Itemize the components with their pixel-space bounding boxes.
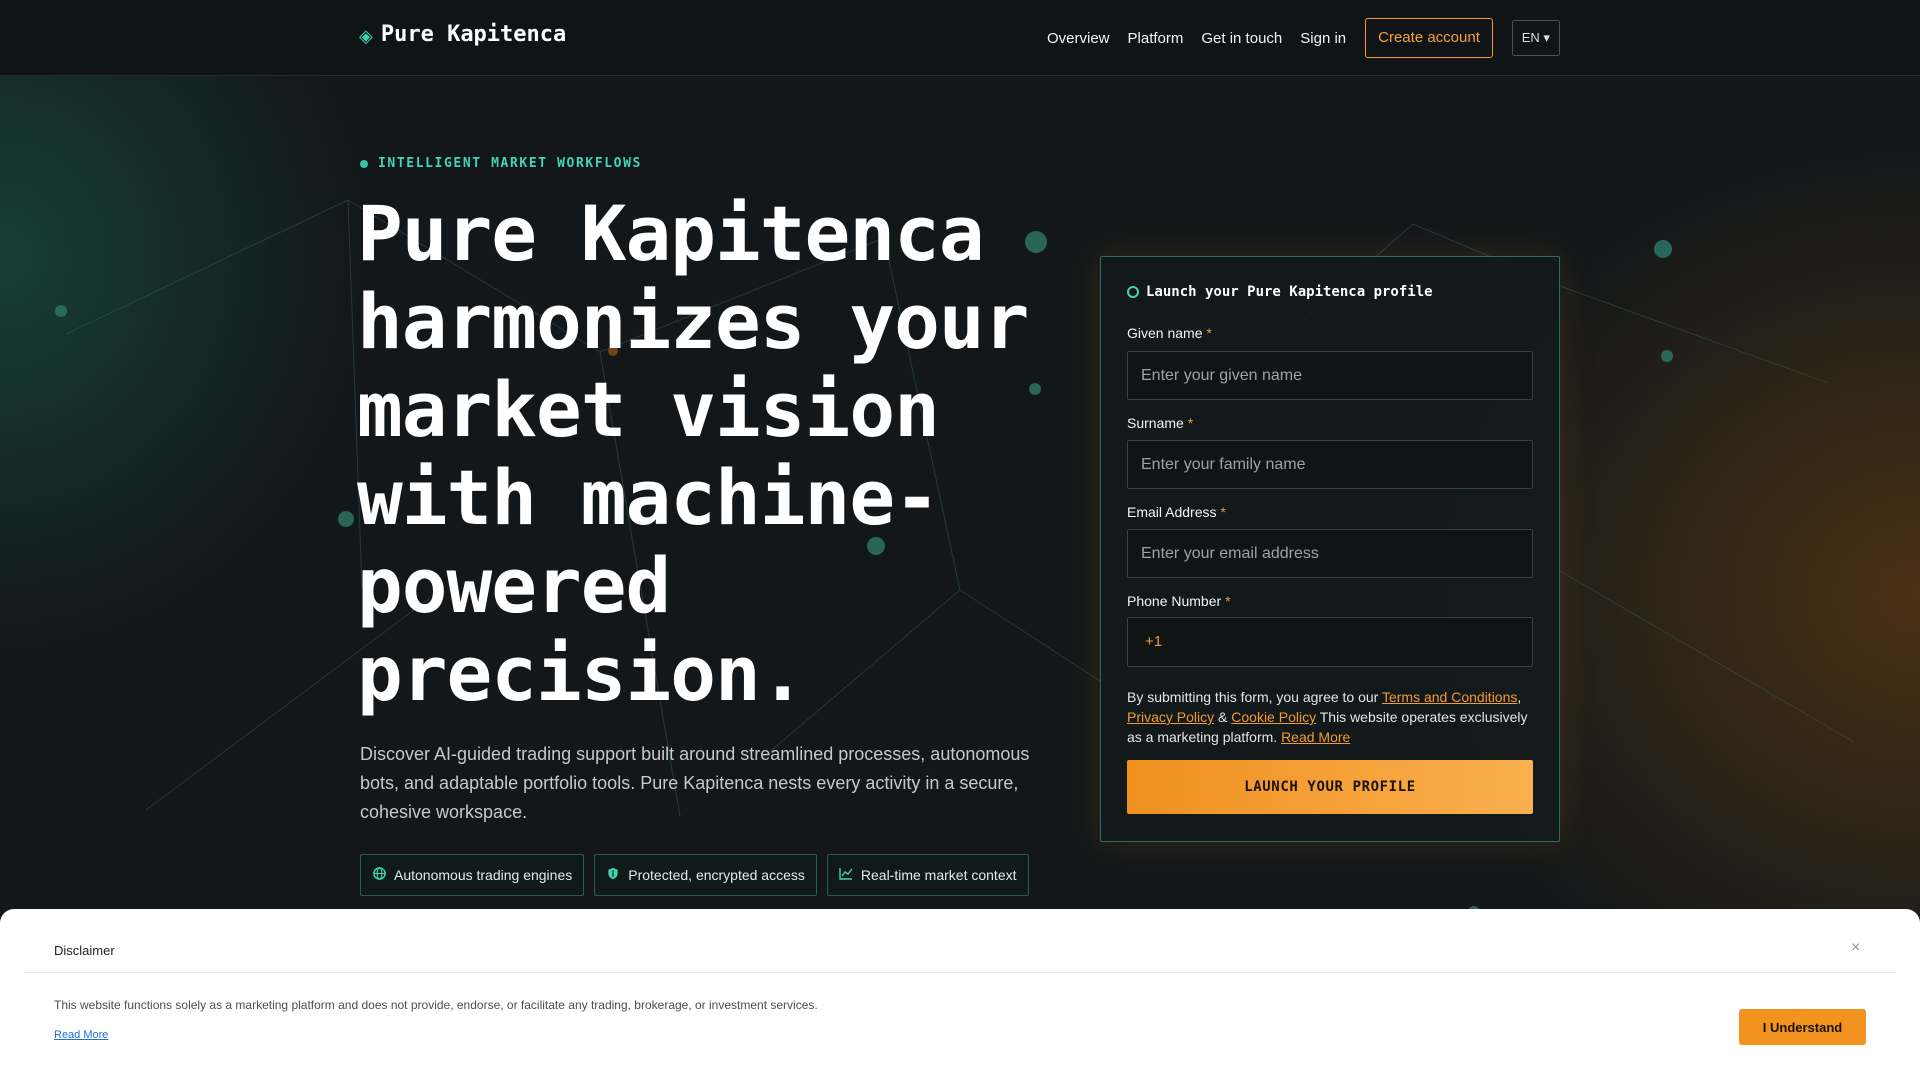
phone-input[interactable] (1188, 618, 1528, 666)
nav-links: Overview Platform Get in touch Sign in C… (1047, 18, 1560, 58)
form-title-text: Launch your Pure Kapitenca profile (1146, 284, 1433, 300)
disclaimer-read-more-link[interactable]: Read More (54, 1029, 108, 1041)
email-input[interactable] (1127, 529, 1533, 578)
globe-icon (372, 867, 386, 883)
nav-link-overview[interactable]: Overview (1047, 30, 1110, 47)
ring-icon (1127, 286, 1139, 298)
diamond-icon: ◈ (359, 26, 373, 46)
feature-chips: Autonomous trading engines Protected, en… (360, 854, 1029, 896)
hero-eyebrow: INTELLIGENT MARKET WORKFLOWS (360, 156, 642, 171)
create-account-button[interactable]: Create account (1365, 18, 1493, 58)
terms-link[interactable]: Terms and Conditions (1382, 689, 1517, 705)
surname-input[interactable] (1127, 440, 1533, 489)
consent-read-more-link[interactable]: Read More (1281, 729, 1350, 745)
given-name-label: Given name * (1127, 325, 1212, 341)
eyebrow-text: INTELLIGENT MARKET WORKFLOWS (378, 156, 642, 171)
divider (25, 972, 1895, 973)
brand-name: Pure Kapitenca (380, 22, 567, 47)
close-icon[interactable]: × (1851, 940, 1860, 956)
country-code[interactable]: +1 (1145, 633, 1162, 650)
language-selector[interactable]: EN ▾ (1511, 20, 1560, 56)
feature-chip-market-context: Real-time market context (826, 854, 1029, 896)
launch-profile-button[interactable]: LAUNCH YOUR PROFILE (1127, 760, 1533, 814)
understand-button[interactable]: I Understand (1739, 1009, 1866, 1045)
dot-icon (360, 159, 368, 168)
disclaimer-text: This website functions solely as a marke… (54, 998, 818, 1012)
phone-field: +1 (1127, 617, 1533, 667)
phone-label: Phone Number * (1127, 593, 1231, 609)
disclaimer-banner: Disclaimer × This website functions sole… (0, 909, 1920, 1080)
hero-lead-text: Discover AI-guided trading support built… (360, 744, 1030, 822)
hero-headline: Pure Kapitenca harmonizes your market vi… (357, 189, 1029, 718)
chart-line-icon (839, 867, 853, 883)
nav-link-sign-in[interactable]: Sign in (1300, 30, 1346, 47)
feature-chip-encrypted-access: Protected, encrypted access (594, 854, 817, 896)
feature-chip-trading-engines: Autonomous trading engines (360, 854, 585, 896)
top-navbar: ◈ Pure Kapitenca Overview Platform Get i… (0, 0, 1920, 76)
signup-form-card: Launch your Pure Kapitenca profile Given… (1100, 256, 1560, 842)
feature-label: Autonomous trading engines (394, 867, 573, 883)
given-name-input[interactable] (1127, 351, 1533, 400)
nav-link-platform[interactable]: Platform (1128, 30, 1184, 47)
shield-icon (606, 867, 620, 883)
brand-logo[interactable]: ◈ Pure Kapitenca (359, 22, 566, 47)
feature-label: Protected, encrypted access (628, 867, 805, 883)
feature-label: Real-time market context (860, 867, 1017, 883)
nav-link-get-in-touch[interactable]: Get in touch (1201, 30, 1282, 47)
disclaimer-title: Disclaimer (54, 943, 115, 958)
consent-text: By submitting this form, you agree to ou… (1127, 689, 1528, 745)
privacy-link[interactable]: Privacy Policy (1127, 709, 1214, 725)
form-title: Launch your Pure Kapitenca profile (1127, 284, 1433, 300)
email-label: Email Address * (1127, 504, 1226, 520)
cookie-link[interactable]: Cookie Policy (1231, 709, 1316, 725)
surname-label: Surname * (1127, 415, 1194, 431)
